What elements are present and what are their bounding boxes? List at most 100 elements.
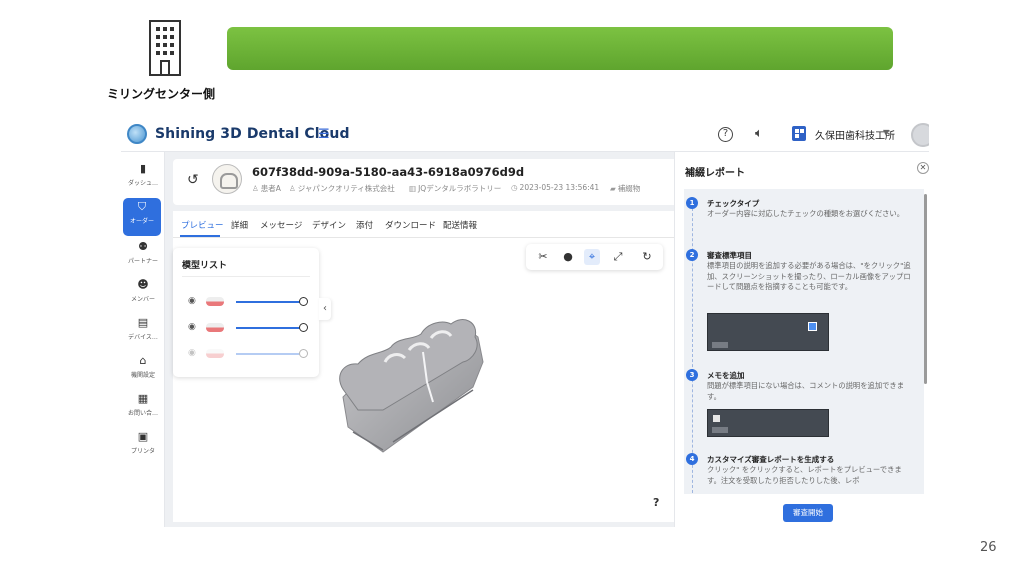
order-datetime-text: 2023-05-23 13:56:41 — [519, 183, 600, 192]
avatar[interactable] — [911, 123, 929, 147]
nav-item-dashboard[interactable]: ▮ ダッシュ… — [121, 160, 165, 198]
app-window: Shining 3D Dental Cloud ☰ ? 🔈︎ 久保田歯科技工所 … — [121, 118, 929, 527]
nav-label: デバイス… — [128, 334, 158, 341]
top-bar: Shining 3D Dental Cloud ☰ ? 🔈︎ 久保田歯科技工所 … — [121, 118, 929, 152]
back-icon[interactable]: ↺ — [187, 172, 199, 188]
tab-preview[interactable]: プレビュー — [181, 219, 224, 231]
nav-item-contact[interactable]: ▦ お問い合… — [121, 390, 165, 428]
model-row: ◉ — [182, 294, 312, 310]
opacity-slider-handle[interactable] — [299, 323, 308, 332]
tab-bar: プレビュー 詳細 メッセージ デザイン 添付 ダウンロード 配送情報 — [173, 211, 678, 238]
start-review-button[interactable]: 審査開始 — [783, 504, 833, 522]
members-icon: ☻ — [137, 278, 149, 291]
step-number: 1 — [686, 197, 698, 209]
model-row: ◉ — [182, 320, 312, 336]
report-steps: 1 チェックタイプ オーダー内容に対応したチェックの種類をお選びください。 2 … — [684, 189, 924, 494]
chevron-down-icon[interactable]: ▼ — [883, 128, 889, 137]
eye-icon[interactable]: ◉ — [188, 322, 196, 332]
nav-label: プリンタ — [130, 448, 155, 455]
step-description: クリック" をクリックすると、レポートをプレビューできます。注文を受取したり拒否… — [707, 465, 902, 485]
tooth-icon: ⛉ — [137, 200, 147, 213]
nav-label: オーダー — [129, 218, 154, 225]
app-logo-icon — [127, 124, 147, 144]
marker-icon[interactable]: ● — [560, 249, 576, 265]
notification-speaker-icon[interactable]: 🔈︎ — [755, 126, 763, 141]
opacity-slider-track[interactable] — [236, 327, 304, 329]
slide-label: ミリングセンター側 — [107, 87, 216, 101]
step-title: 審査標準項目 — [707, 251, 752, 260]
report-title: 補綴レポート — [685, 168, 745, 179]
order-lab-text: JQデンタルラボラトリー — [418, 184, 502, 193]
order-header: ↺ 607f38dd-909a-5180-aa43-6918a0976d9d ♙… — [173, 159, 678, 205]
order-patient: ♙ 患者A — [252, 183, 281, 194]
model-list-panel: 模型リスト ◉ ◉ ◉ — [173, 248, 319, 377]
nav-item-devices[interactable]: ▤ デバイス… — [121, 314, 165, 352]
viewer-toolbar: ✂ ● ⌖ ⤢ ↻ — [526, 244, 663, 270]
step-connector — [692, 203, 693, 493]
order-lab: ▥ JQデンタルラボラトリー — [409, 183, 501, 194]
menu-list-icon[interactable]: ☰ — [318, 127, 330, 142]
fullscreen-icon[interactable]: ⤢ — [610, 249, 626, 265]
tab-attachments[interactable]: 添付 — [356, 219, 373, 231]
step-title: メモを追加 — [707, 371, 745, 380]
settings-home-icon: ⌂ — [139, 354, 147, 367]
eye-icon[interactable]: ◉ — [188, 348, 196, 358]
jaw-model-icon — [206, 323, 224, 332]
opacity-slider-track[interactable] — [236, 353, 304, 355]
help-icon[interactable]: ? — [718, 127, 733, 142]
nav-item-printer[interactable]: ▣ プリンタ — [121, 428, 165, 466]
order-thumbnail — [212, 164, 242, 194]
tab-shipping[interactable]: 配送情報 — [443, 219, 477, 231]
step-number: 2 — [686, 249, 698, 261]
nav-item-members[interactable]: ☻ メンバー — [121, 276, 165, 314]
step-description: オーダー内容に対応したチェックの種類をお選びください。 — [707, 209, 905, 218]
close-icon[interactable]: ✕ — [917, 162, 929, 174]
contact-icon: ▦ — [137, 392, 149, 405]
nav-label: パートナー — [127, 258, 158, 265]
tab-messages[interactable]: メッセージ — [260, 219, 302, 231]
model-list-title: 模型リスト — [182, 261, 228, 271]
tab-download[interactable]: ダウンロード — [385, 219, 436, 231]
eye-icon[interactable]: ◉ — [188, 296, 196, 306]
opacity-slider-track[interactable] — [236, 301, 304, 303]
step-title: カスタマイズ審査レポートを生成する — [707, 455, 835, 464]
scrollbar[interactable] — [924, 194, 927, 384]
focus-icon[interactable]: ⌖ — [584, 249, 600, 265]
help-question-icon[interactable]: ? — [653, 496, 659, 509]
tab-details[interactable]: 詳細 — [231, 219, 248, 231]
order-clinic: ♙ ジャパンクオリティ株式会社 — [289, 183, 395, 194]
partner-icon: ⚉ — [138, 240, 148, 253]
building-icon — [149, 20, 181, 76]
opacity-slider-handle[interactable] — [299, 297, 308, 306]
side-nav: ▮ ダッシュ… ⛉ オーダー ⚉ パートナー ☻ メンバー ▤ デバイス… ⌂ … — [121, 152, 165, 527]
step-number: 4 — [686, 453, 698, 465]
divider — [182, 276, 310, 277]
model-row: ◉ — [182, 346, 312, 362]
order-type-text: 補綴物 — [617, 184, 641, 193]
step-number: 3 — [686, 369, 698, 381]
step-description: 問題が標準項目にない場合は、コメントの説明を追加できます。 — [707, 381, 905, 401]
clock-icon: ◷ — [511, 183, 518, 192]
model-viewer[interactable]: 模型リスト ◉ ◉ ◉ ‹ ✂ ● ⌖ ⤢ ↻ ? — [173, 238, 678, 522]
banner-bar — [227, 27, 893, 70]
company-icon — [792, 126, 806, 141]
tab-design[interactable]: デザイン — [312, 219, 346, 231]
nav-item-settings[interactable]: ⌂ 機関設定 — [121, 352, 165, 390]
reset-view-icon[interactable]: ↻ — [639, 249, 655, 265]
page-number: 26 — [980, 540, 997, 555]
clinic-icon: ♙ — [289, 184, 296, 193]
dental-model-3d[interactable] — [323, 292, 503, 462]
screenshot-example-image — [707, 313, 829, 351]
nav-item-order[interactable]: ⛉ オーダー — [123, 198, 161, 236]
nav-label: メンバー — [130, 296, 155, 303]
clip-icon[interactable]: ✂ — [535, 249, 551, 265]
tab-active-indicator — [180, 235, 220, 237]
nav-item-partner[interactable]: ⚉ パートナー — [121, 238, 165, 276]
nav-label: お問い合… — [127, 410, 158, 417]
order-datetime: ◷ 2023-05-23 13:56:41 — [511, 183, 599, 192]
step-title: チェックタイプ — [707, 199, 760, 208]
bookmark-icon: ▰ — [610, 184, 616, 193]
opacity-slider-handle[interactable] — [299, 349, 308, 358]
jaw-model-icon — [206, 349, 224, 358]
order-id: 607f38dd-909a-5180-aa43-6918a0976d9d — [252, 165, 525, 179]
